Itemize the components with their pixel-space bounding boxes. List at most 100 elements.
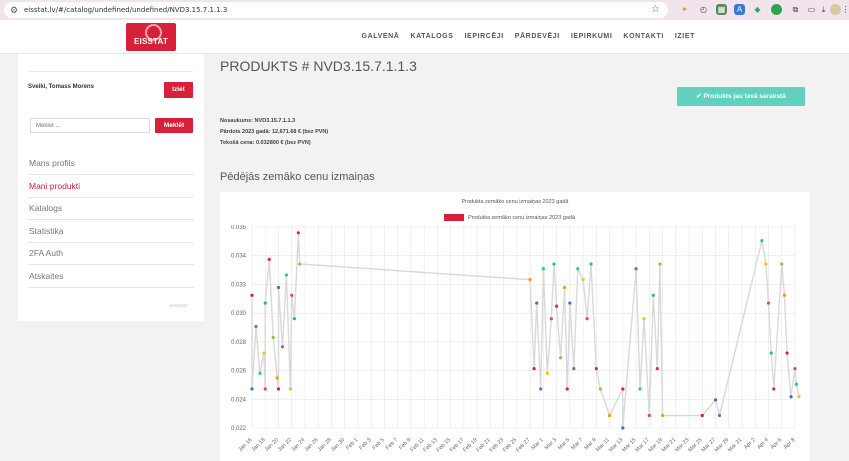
x-tick-label: Apr 6 [770,437,784,451]
search-input[interactable] [30,118,150,133]
data-point [528,278,532,282]
data-point [565,387,569,391]
puzzle-icon[interactable]: ⧉ [790,4,801,15]
more-icon[interactable]: ⋮ [840,4,849,15]
site-info-icon[interactable]: ⚙ [10,5,20,16]
sidebar-item-2fa[interactable]: 2FA Auth [29,243,194,265]
eisstat-logo[interactable]: EISSTAT [126,23,176,51]
data-point [535,301,539,305]
chrome-icon[interactable] [771,4,782,15]
data-point [621,426,625,430]
x-tick-label: Jan 16 [237,437,253,453]
y-tick-label: 0.034 [231,254,247,260]
menu-item-iepirkumi[interactable]: IEPIRKUMI [571,33,613,40]
menu-item-kontakti[interactable]: KONTAKTI [623,33,663,40]
data-point [254,324,258,329]
shield-icon[interactable]: ◆ [752,4,763,15]
data-point [585,317,589,321]
data-point [651,293,655,297]
grid-icon[interactable]: ▦ [716,4,727,15]
data-point [555,304,559,308]
data-point [263,301,267,305]
data-point [700,413,704,418]
data-point [589,262,593,266]
x-tick-label: Jan 28 [317,437,333,453]
product-sold-line: Pārdots 2023 gadā: 12,671.68 € (bez PVN) [220,129,329,135]
search-button[interactable]: Meklēt [155,118,193,133]
sidebar-item-my-products[interactable]: Mani produkti [29,176,194,198]
data-point [594,367,598,371]
data-point [298,262,302,266]
data-point [263,387,267,391]
data-point [280,345,285,349]
data-point [655,367,659,371]
logout-button[interactable]: Iziet [164,82,193,98]
menu-item-galvena[interactable]: GALVENĀ [362,33,400,40]
sidebar-item-catalog[interactable]: Katalogs [29,198,194,220]
y-tick-label: 0.030 [231,311,247,317]
sidebar-item-profile[interactable]: Mans profils [29,153,194,175]
data-point [250,387,254,391]
data-point [549,317,553,321]
browser-toolbar: ⚙ eisstat.lv/#/catalog/undefined/undefin… [0,0,849,20]
data-point [607,413,612,418]
chart-legend[interactable]: Produkta zemāko cenu izmaiņas 2023 gadā [444,214,575,221]
data-point [764,262,768,266]
menu-item-iziet[interactable]: IZIET [675,33,695,40]
legend-label: Produkta zemāko cenu izmaiņas 2023 gadā [468,214,576,221]
data-point [532,367,536,371]
x-tick-label: Mar 7 [570,437,584,451]
sidebar-icon[interactable]: ▭ [806,4,817,15]
menu-item-iepirceji[interactable]: IEPIRCĒJI [465,33,504,40]
data-point [581,278,585,282]
x-tick-label: Jan 30 [330,437,346,453]
data-point [642,317,646,321]
data-point [766,301,771,305]
data-point [290,293,294,297]
y-tick-label: 0.024 [231,397,247,403]
data-point [782,293,787,297]
product-name-line: Nosaukums: NVD3.15.7.1.1.3 [220,118,296,124]
extension-icon[interactable]: ✦ [679,4,690,15]
data-point [598,387,602,391]
timer-icon[interactable]: ◴ [698,4,709,15]
data-point [576,267,580,271]
data-point [789,395,793,399]
data-point [267,257,271,261]
download-icon[interactable]: ⤓ [818,4,829,15]
x-tick-label: Jan 22 [277,437,293,453]
x-tick-label: Jan 20 [264,437,280,453]
data-point [568,301,572,305]
data-point [621,387,625,391]
data-point [284,273,289,277]
x-tick-label: Feb 5 [372,437,386,451]
data-point [545,371,549,375]
y-tick-label: 0.035 [231,225,247,231]
data-point [271,335,275,340]
data-point [296,231,300,235]
x-tick-label: Jan 24 [290,437,306,453]
data-point [794,382,798,386]
sidebar-item-reports[interactable]: Atskaites [29,266,194,288]
data-point [276,285,281,290]
star-icon[interactable]: ☆ [651,4,660,15]
translate-icon[interactable]: A [734,4,745,15]
sidebar-item-statistics[interactable]: Statistika [29,221,194,243]
menu-item-pardeveji[interactable]: PĀRDEVĒJI [515,33,560,40]
x-tick-label: Mar 3 [544,437,558,451]
menu-item-katalogs[interactable]: KATALOGS [410,33,453,40]
section-title: Pēdējās zemāko cenu izmaiņas [220,171,375,183]
data-point [276,387,281,391]
data-point [780,262,784,266]
data-point [647,413,651,418]
x-tick-label: Feb 27 [515,437,531,453]
logo-text: EISSTAT [134,37,168,46]
data-point [660,413,665,418]
data-point [760,239,764,243]
data-point [658,262,662,266]
address-url[interactable]: eisstat.lv/#/catalog/undefined/undefined… [24,6,227,14]
data-point [797,395,801,399]
data-point [572,367,576,371]
product-listed-button[interactable]: ✔ Produkts jau tavā sarakstā [677,87,805,106]
address-bar[interactable]: ⚙ eisstat.lv/#/catalog/undefined/undefin… [4,2,668,18]
